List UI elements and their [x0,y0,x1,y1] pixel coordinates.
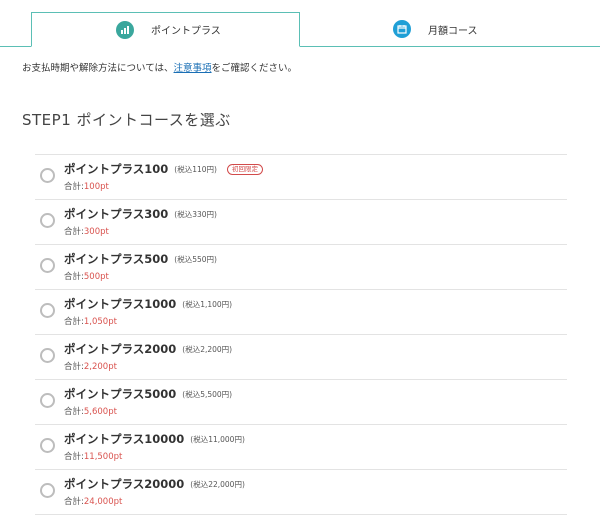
total-label: 合計: [64,182,84,192]
radio-button[interactable] [40,438,55,453]
plan-total: 5,600pt [83,407,117,417]
plan-total: 24,000pt [83,497,123,507]
plan-option-10000[interactable]: ポイントプラス10000 (税込11,000円) 合計:11,500pt [35,425,567,470]
plan-tax-price: (税込11,000円) [190,434,245,444]
plan-option-1000[interactable]: ポイントプラス1000 (税込1,100円) 合計:1,050pt [35,290,567,335]
plan-name: ポイントプラス2000 [64,342,177,356]
plan-name: ポイントプラス500 [64,252,169,266]
plan-option-5000[interactable]: ポイントプラス5000 (税込5,500円) 合計:5,600pt [35,380,567,425]
plan-total: 500pt [83,272,109,282]
total-label: 合計: [64,452,84,462]
plan-option-20000[interactable]: ポイントプラス20000 (税込22,000円) 合計:24,000pt [35,470,567,515]
tab-point-plus[interactable]: ポイントプラス [31,12,300,47]
calendar-icon [393,20,411,38]
plan-name: ポイントプラス10000 [64,432,185,446]
course-tabs: ポイントプラス 月額コース [0,0,600,47]
plan-option-2000[interactable]: ポイントプラス2000 (税込2,200円) 合計:2,200pt [35,335,567,380]
radio-button[interactable] [40,483,55,498]
notice-link[interactable]: 注意事項 [174,63,212,74]
plan-total: 1,050pt [83,317,117,327]
total-label: 合計: [64,497,84,507]
radio-button[interactable] [40,258,55,273]
plan-name: ポイントプラス20000 [64,477,185,491]
first-time-badge: 初回限定 [226,163,263,175]
notice-text-after: をご確認ください。 [211,63,298,74]
tab-label: ポイントプラス [151,26,221,37]
plan-name: ポイントプラス1000 [64,297,177,311]
plan-tax-price: (税込22,000円) [190,479,245,489]
plan-list: ポイントプラス100 (税込110円) 初回限定 合計:100pt ポイントプラ… [35,154,567,515]
total-label: 合計: [64,317,84,327]
plan-tax-price: (税込330円) [174,209,217,219]
plan-tax-price: (税込110円) [174,164,217,174]
radio-button[interactable] [40,213,55,228]
plan-total: 11,500pt [83,452,123,462]
total-label: 合計: [64,362,84,372]
plan-option-500[interactable]: ポイントプラス500 (税込550円) 合計:500pt [35,245,567,290]
plan-total: 2,200pt [83,362,117,372]
plan-tax-price: (税込1,100円) [182,299,233,309]
plan-total: 100pt [83,182,109,192]
total-label: 合計: [64,227,84,237]
notice-text-before: お支払時期や解除方法については、 [22,63,174,74]
tab-label: 月額コース [428,25,478,37]
plan-tax-price: (税込2,200円) [182,344,233,354]
plan-name: ポイントプラス300 [64,207,169,221]
radio-button[interactable] [40,348,55,363]
tab-monthly-course[interactable]: 月額コース [300,12,600,46]
plan-option-100[interactable]: ポイントプラス100 (税込110円) 初回限定 合計:100pt [35,155,567,200]
plan-tax-price: (税込5,500円) [182,389,233,399]
payment-notice: お支払時期や解除方法については、注意事項をご確認ください。 [22,60,297,74]
step-title: STEP1 ポイントコースを選ぶ [22,111,231,129]
radio-button[interactable] [40,393,55,408]
total-label: 合計: [64,407,84,417]
plan-option-300[interactable]: ポイントプラス300 (税込330円) 合計:300pt [35,200,567,245]
radio-button[interactable] [40,168,55,183]
plan-name: ポイントプラス100 [64,162,169,176]
plan-name: ポイントプラス5000 [64,387,177,401]
total-label: 合計: [64,272,84,282]
plan-tax-price: (税込550円) [174,254,217,264]
plan-total: 300pt [83,227,109,237]
chart-icon [116,20,134,39]
radio-button[interactable] [40,303,55,318]
